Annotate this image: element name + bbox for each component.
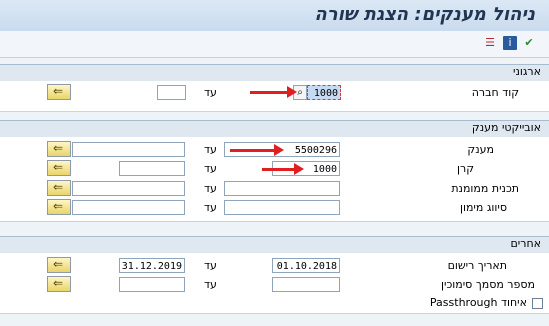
red-arrow-annotation: [250, 86, 297, 98]
posting-date-from-field[interactable]: 01.10.2018: [272, 258, 340, 273]
sponsored-class-to-label: עד: [204, 201, 217, 214]
grant-to-label: עד: [204, 143, 217, 156]
reference-doc-to-label: עד: [204, 278, 217, 291]
fund-to-label: עד: [204, 162, 217, 175]
section-header-org: [0, 64, 549, 82]
posting-date-label: תאריך רישום: [447, 259, 507, 272]
multiple-selection-button[interactable]: [47, 199, 71, 215]
red-arrow-annotation: [230, 144, 284, 156]
sponsored-class-to-field[interactable]: [72, 200, 185, 215]
red-arrow-annotation: [262, 163, 304, 175]
company-code-to-field[interactable]: [157, 85, 186, 100]
variant-icon[interactable]: ☰: [483, 36, 497, 50]
company-code-from-field[interactable]: 1000: [307, 85, 341, 100]
application-toolbar: [0, 31, 549, 58]
multiple-selection-button[interactable]: [47, 180, 71, 196]
section-body-org: [0, 81, 549, 112]
company-code-label: קוד חברה: [471, 86, 519, 99]
reference-doc-label: מספר מסמך סימוכין: [440, 278, 535, 291]
section-title-grant-objects: אובייקטי מענק: [471, 121, 541, 134]
execute-icon[interactable]: ✔: [522, 36, 536, 50]
fund-label: קרן: [456, 162, 474, 175]
multiple-selection-button[interactable]: [47, 160, 71, 176]
sponsored-class-from-field[interactable]: [224, 200, 340, 215]
multiple-selection-button[interactable]: [47, 257, 71, 273]
multiple-selection-button[interactable]: [47, 84, 71, 100]
sponsored-program-to-field[interactable]: [72, 181, 185, 196]
page-title: ניהול מענקים: הצגת שורה: [314, 4, 535, 25]
grant-label: מענק: [467, 143, 494, 156]
passthrough-label: איחוד Passthrough: [429, 296, 527, 309]
multiple-selection-button[interactable]: [47, 276, 71, 292]
section-header-grant-objects: [0, 120, 549, 138]
posting-date-to-field[interactable]: 31.12.2019: [119, 258, 185, 273]
reference-doc-to-field[interactable]: [119, 277, 185, 292]
posting-date-to-label: עד: [204, 259, 217, 272]
reference-doc-from-field[interactable]: [272, 277, 340, 292]
passthrough-checkbox[interactable]: [532, 298, 543, 309]
sponsored-program-to-label: עד: [204, 182, 217, 195]
info-icon[interactable]: i: [503, 36, 517, 50]
sponsored-program-label: תכנית ממומנת: [451, 182, 519, 195]
sponsored-program-from-field[interactable]: [224, 181, 340, 196]
grant-to-field[interactable]: [72, 142, 185, 157]
section-title-other: אחרים: [510, 237, 541, 250]
section-title-org: ארגוני: [513, 65, 541, 78]
fund-to-field[interactable]: [119, 161, 185, 176]
section-header-other: [0, 236, 549, 254]
company-code-to-label: עד: [204, 86, 217, 99]
multiple-selection-button[interactable]: [47, 141, 71, 157]
sponsored-class-label: סיווג מימון: [459, 201, 507, 214]
